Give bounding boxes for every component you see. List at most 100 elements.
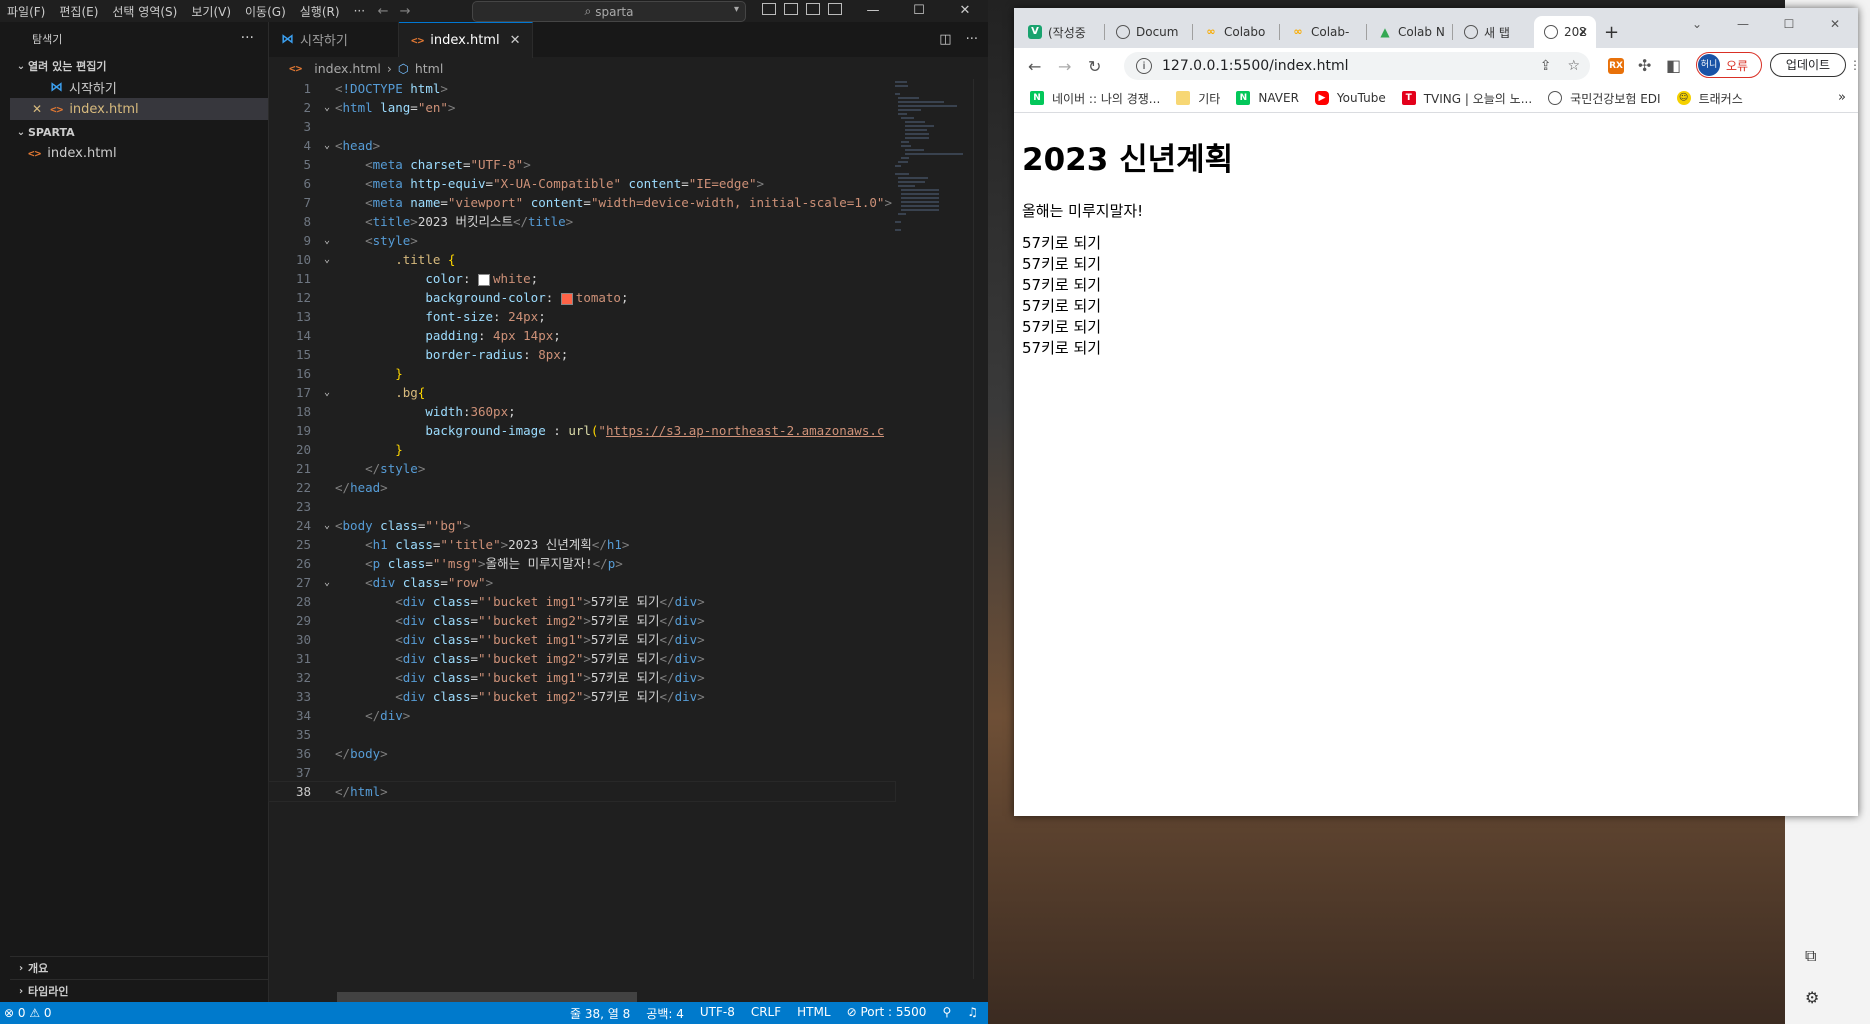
chrome-tab[interactable]: 새 탭: [1454, 16, 1532, 48]
update-button[interactable]: 업데이트 ⋮: [1770, 53, 1861, 77]
notifications-icon[interactable]: ♫: [967, 1005, 978, 1022]
fold-chevron-icon[interactable]: ⌄: [319, 250, 335, 269]
site-info-icon[interactable]: i: [1136, 58, 1152, 74]
toggle-secondary-sidebar-icon[interactable]: [806, 3, 820, 15]
code-line[interactable]: 19 background-image : url("https://s3.ap…: [269, 421, 895, 440]
bookmark-item[interactable]: N 네이버 :: 나의 경쟁...: [1030, 90, 1160, 107]
code-line[interactable]: 28 <div class="'bucket img1">57키로 되기</di…: [269, 592, 895, 611]
reload-icon[interactable]: ↻: [1088, 57, 1101, 76]
close-icon[interactable]: ✕: [32, 102, 42, 116]
toggle-panel-icon[interactable]: [784, 3, 798, 15]
code-editor[interactable]: 1 <!DOCTYPE html> 2 ⌄ <html lang="en"> 3 4 ⌄ <he…: [268, 79, 896, 802]
back-arrow-icon[interactable]: ←: [1028, 57, 1041, 76]
address-bar[interactable]: i 127.0.0.1:5500/index.html ⇪ ☆: [1124, 52, 1590, 80]
menu-selection[interactable]: 선택 영역(S): [105, 3, 184, 20]
outline-section[interactable]: › 개요: [10, 956, 268, 979]
code-line[interactable]: 7 <meta name="viewport" content="width=d…: [269, 193, 895, 212]
share-icon[interactable]: ⇪: [1540, 58, 1552, 74]
extensions-puzzle-icon[interactable]: ✣: [1638, 56, 1651, 75]
more-bookmarks-icon[interactable]: »: [1838, 90, 1846, 105]
forward-arrow-icon[interactable]: →: [394, 4, 416, 19]
breadcrumb-file[interactable]: index.html: [314, 61, 381, 76]
minimize-icon[interactable]: —: [1720, 8, 1766, 40]
menu-edit[interactable]: 편집(E): [52, 3, 105, 20]
tab-welcome[interactable]: ⋈ 시작하기: [269, 22, 399, 57]
bookmark-item[interactable]: ☺ 트래커스: [1676, 90, 1743, 107]
menu-more[interactable]: ···: [347, 4, 372, 18]
tab-index-html[interactable]: <> index.html ✕: [399, 22, 534, 58]
code-line[interactable]: 24 ⌄ <body class="'bg">: [269, 516, 895, 535]
chrome-tab[interactable]: ∞ Colabo: [1194, 16, 1274, 48]
code-line[interactable]: 26 <p class="'msg">올해는 미루지말자!</p>: [269, 554, 895, 573]
fold-chevron-icon[interactable]: ⌄: [319, 136, 335, 155]
code-line[interactable]: 15 border-radius: 8px;: [269, 345, 895, 364]
close-icon[interactable]: ✕: [942, 0, 988, 22]
code-line[interactable]: 22 </head>: [269, 478, 895, 497]
close-tab-icon[interactable]: ✕: [1578, 25, 1588, 39]
code-line[interactable]: 1 <!DOCTYPE html>: [269, 79, 895, 98]
problems-indicator[interactable]: ⊗ 0 ⚠ 0: [0, 1006, 52, 1020]
code-line[interactable]: 8 <title>2023 버킷리스트</title>: [269, 212, 895, 231]
horizontal-scrollbar[interactable]: [337, 992, 637, 1002]
panel-icon[interactable]: ⧉: [1805, 946, 1816, 966]
feedback-icon[interactable]: ⚲: [942, 1005, 951, 1022]
breadcrumb-element[interactable]: html: [415, 61, 443, 76]
fold-chevron-icon[interactable]: ⌄: [319, 231, 335, 250]
code-line[interactable]: 21 </style>: [269, 459, 895, 478]
code-line[interactable]: 29 <div class="'bucket img2">57키로 되기</di…: [269, 611, 895, 630]
chrome-tab[interactable]: ▲ Colab N: [1368, 16, 1448, 48]
more-actions-icon[interactable]: ···: [241, 30, 254, 46]
menu-view[interactable]: 보기(V): [184, 3, 238, 20]
code-line[interactable]: 20 }: [269, 440, 895, 459]
code-line[interactable]: 38 </html>: [268, 781, 896, 802]
code-line[interactable]: 31 <div class="'bucket img2">57키로 되기</di…: [269, 649, 895, 668]
code-line[interactable]: 10 ⌄ .title {: [269, 250, 895, 269]
folder-section[interactable]: ⌄ SPARTA: [10, 122, 268, 142]
code-line[interactable]: 34 </div>: [269, 706, 895, 725]
code-line[interactable]: 4 ⌄ <head>: [269, 136, 895, 155]
split-editor-icon[interactable]: ◫: [939, 32, 951, 47]
code-line[interactable]: 25 <h1 class="'title">2023 신년계획</h1>: [269, 535, 895, 554]
menu-run[interactable]: 실행(R): [293, 3, 347, 20]
vertical-scrollbar[interactable]: [973, 79, 988, 979]
minimap[interactable]: [895, 79, 965, 231]
extension-icon[interactable]: RX: [1608, 58, 1624, 74]
code-line[interactable]: 37: [269, 763, 895, 782]
live-server-port[interactable]: ⊘ Port : 5500: [847, 1005, 927, 1022]
code-line[interactable]: 16 }: [269, 364, 895, 383]
new-tab-icon[interactable]: +: [1604, 22, 1619, 43]
fold-chevron-icon[interactable]: ⌄: [319, 573, 335, 592]
bookmark-item[interactable]: 국민건강보험 EDI: [1548, 90, 1661, 107]
code-line[interactable]: 3: [269, 117, 895, 136]
code-line[interactable]: 2 ⌄ <html lang="en">: [269, 98, 895, 117]
fold-chevron-icon[interactable]: ⌄: [319, 98, 335, 117]
code-line[interactable]: 30 <div class="'bucket img1">57키로 되기</di…: [269, 630, 895, 649]
chevron-down-icon[interactable]: ▾: [734, 4, 739, 15]
bookmark-item[interactable]: N NAVER: [1236, 91, 1299, 105]
end-of-line[interactable]: CRLF: [751, 1005, 781, 1022]
menu-go[interactable]: 이동(G): [238, 3, 293, 20]
minimize-icon[interactable]: —: [850, 0, 896, 22]
code-line[interactable]: 32 <div class="'bucket img1">57키로 되기</di…: [269, 668, 895, 687]
menu-file[interactable]: 파일(F): [0, 3, 52, 20]
timeline-section[interactable]: › 타임라인: [10, 979, 268, 1002]
code-line[interactable]: 27 ⌄ <div class="row">: [269, 573, 895, 592]
open-editors-section[interactable]: ⌄ 열려 있는 편집기: [10, 56, 268, 76]
code-line[interactable]: 35: [269, 725, 895, 744]
menu-kebab-icon[interactable]: ⋮: [1849, 54, 1861, 76]
code-line[interactable]: 6 <meta http-equiv="X-UA-Compatible" con…: [269, 174, 895, 193]
code-line[interactable]: 23: [269, 497, 895, 516]
more-actions-icon[interactable]: ···: [966, 32, 978, 47]
customize-layout-icon[interactable]: [828, 3, 842, 15]
code-line[interactable]: 36 </body>: [269, 744, 895, 763]
bookmark-item[interactable]: ▶ YouTube: [1314, 91, 1386, 105]
code-line[interactable]: 13 font-size: 24px;: [269, 307, 895, 326]
code-line[interactable]: 9 ⌄ <style>: [269, 231, 895, 250]
code-line[interactable]: 14 padding: 4px 14px;: [269, 326, 895, 345]
code-line[interactable]: 5 <meta charset="UTF-8">: [269, 155, 895, 174]
encoding[interactable]: UTF-8: [700, 1005, 735, 1022]
chrome-tab[interactable]: Docum: [1106, 16, 1186, 48]
maximize-icon[interactable]: ☐: [896, 0, 942, 22]
bookmark-star-icon[interactable]: ☆: [1567, 58, 1580, 74]
chrome-tab[interactable]: V (작성중: [1018, 16, 1098, 48]
